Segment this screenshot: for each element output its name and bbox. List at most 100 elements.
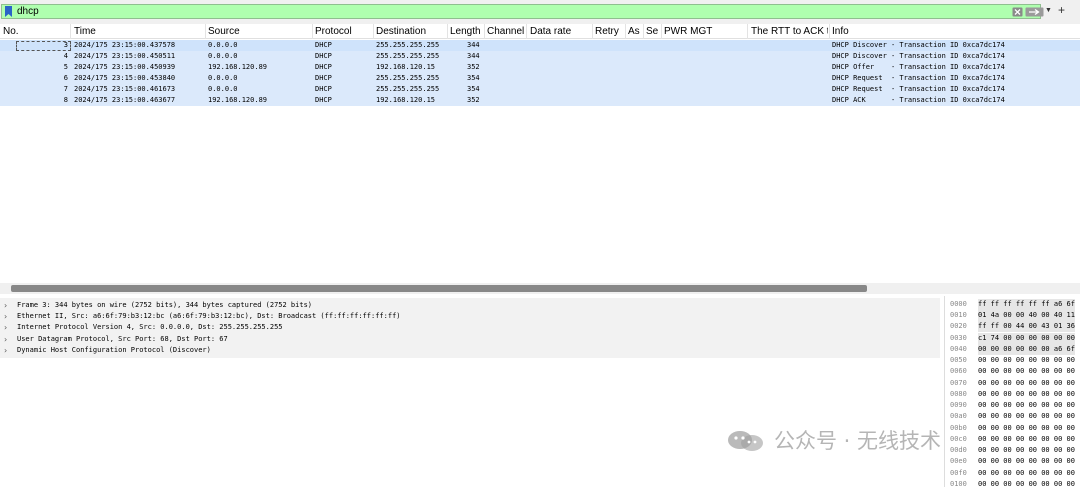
plus-icon[interactable]: +: [1058, 4, 1065, 16]
column-as[interactable]: As: [628, 26, 642, 37]
column-separator[interactable]: [625, 24, 626, 39]
column-separator[interactable]: [70, 24, 71, 39]
packet-no: 4: [63, 52, 68, 60]
column-separator[interactable]: [312, 24, 313, 39]
packet-no: 8: [63, 96, 68, 104]
packet-protocol: DHCP: [315, 96, 332, 104]
packet-time: 2024/175 23:15:00.437578: [74, 41, 176, 49]
hex-bytes: 00 00 00 00 00 00 00 00: [978, 356, 1075, 364]
packet-row[interactable]: 5 2024/175 23:15:00.450939 192.168.120.8…: [0, 62, 1080, 73]
hex-row[interactable]: 0010 01 4a 00 00 40 00 40 11: [945, 310, 1080, 321]
hex-offset: 00e0: [950, 457, 967, 465]
column-source[interactable]: Source: [208, 26, 311, 37]
column-pwr-mgt[interactable]: PWR MGT: [664, 26, 746, 37]
column-separator[interactable]: [205, 24, 206, 39]
column-rtt-to-ack[interactable]: The RTT to ACK th: [751, 26, 828, 37]
packet-info: DHCP Discover - Transaction ID 0xca7dc17…: [832, 41, 1005, 49]
packet-destination: 255.255.255.255: [376, 41, 440, 49]
hex-row[interactable]: 0020 ff ff 00 44 00 43 01 36: [945, 321, 1080, 332]
hex-row[interactable]: 0040 00 00 00 00 00 00 a6 6f: [945, 344, 1080, 355]
hex-bytes: 00 00 00 00 00 00 a6 6f: [978, 344, 1075, 355]
column-time[interactable]: Time: [74, 26, 204, 37]
hex-offset: 00f0: [950, 469, 967, 477]
hex-row[interactable]: 00a0 00 00 00 00 00 00 00 00: [945, 411, 1080, 422]
column-data-rate[interactable]: Data rate: [530, 26, 591, 37]
packet-row[interactable]: 4 2024/175 23:15:00.450511 0.0.0.0 DHCP …: [0, 51, 1080, 62]
column-separator[interactable]: [829, 24, 830, 39]
hex-row[interactable]: 0080 00 00 00 00 00 00 00 00: [945, 389, 1080, 400]
column-separator[interactable]: [484, 24, 485, 39]
chevron-down-icon[interactable]: ▼: [1045, 7, 1052, 14]
hex-row[interactable]: 0100 00 00 00 00 00 00 00 00: [945, 479, 1080, 487]
column-separator[interactable]: [661, 24, 662, 39]
details-tree-item[interactable]: › User Datagram Protocol, Src Port: 68, …: [0, 334, 940, 345]
column-channel[interactable]: Channel: [487, 26, 525, 37]
hex-bytes: 00 00 00 00 00 00 00 00: [978, 469, 1075, 477]
hex-row[interactable]: 00c0 00 00 00 00 00 00 00 00: [945, 434, 1080, 445]
column-destination[interactable]: Destination: [376, 26, 446, 37]
hex-row[interactable]: 00e0 00 00 00 00 00 00 00 00: [945, 456, 1080, 467]
packet-list-horizontal-scrollbar[interactable]: [0, 283, 1080, 294]
watermark-text: 公众号 · 无线技术: [774, 429, 942, 453]
hex-offset: 0080: [950, 390, 967, 398]
packet-destination: 255.255.255.255: [376, 85, 440, 93]
column-se[interactable]: Se: [646, 26, 660, 37]
hex-row[interactable]: 0050 00 00 00 00 00 00 00 00: [945, 355, 1080, 366]
packet-info: DHCP Offer - Transaction ID 0xca7dc174: [832, 63, 1005, 71]
packet-bytes-pane: 0000 ff ff ff ff ff ff a6 6f 0010 01 4a 00…: [944, 296, 1080, 487]
packet-time: 2024/175 23:15:00.453840: [74, 74, 176, 82]
clear-filter-icon[interactable]: [1012, 7, 1023, 17]
hex-bytes: ff ff 00 44 00 43 01 36: [978, 321, 1075, 332]
wechat-logo-icon: [728, 431, 763, 451]
hex-row[interactable]: 00d0 00 00 00 00 00 00 00 00: [945, 445, 1080, 456]
chevron-right-icon[interactable]: ›: [4, 334, 7, 345]
details-tree-item[interactable]: › Ethernet II, Src: a6:6f:79:b3:12:bc (a…: [0, 311, 940, 322]
details-tree-item[interactable]: › Internet Protocol Version 4, Src: 0.0.…: [0, 322, 940, 333]
details-tree-item[interactable]: › Frame 3: 344 bytes on wire (2752 bits)…: [0, 300, 940, 311]
hex-row[interactable]: 00b0 00 00 00 00 00 00 00 00: [945, 423, 1080, 434]
details-tree-label: Dynamic Host Configuration Protocol (Dis…: [17, 346, 211, 354]
column-length[interactable]: Length: [450, 26, 483, 37]
hex-row[interactable]: 0070 00 00 00 00 00 00 00 00: [945, 378, 1080, 389]
hex-bytes: c1 74 00 00 00 00 00 00: [978, 333, 1075, 344]
hex-row[interactable]: 0060 00 00 00 00 00 00 00 00: [945, 366, 1080, 377]
hex-row[interactable]: 00f0 00 00 00 00 00 00 00 00: [945, 468, 1080, 479]
column-separator[interactable]: [592, 24, 593, 39]
display-filter-text[interactable]: dhcp: [17, 6, 39, 18]
hex-offset: 00c0: [950, 435, 967, 443]
packet-length: 344: [467, 52, 480, 60]
chevron-right-icon[interactable]: ›: [4, 322, 7, 333]
column-separator[interactable]: [643, 24, 644, 39]
column-separator[interactable]: [447, 24, 448, 39]
column-retry[interactable]: Retry: [595, 26, 624, 37]
packet-time: 2024/175 23:15:00.463677: [74, 96, 176, 104]
column-separator[interactable]: [747, 24, 748, 39]
display-filter-input[interactable]: dhcp: [1, 4, 1044, 19]
apply-filter-arrow-icon[interactable]: [1025, 7, 1044, 17]
hex-offset: 0030: [950, 334, 967, 342]
details-tree-label: User Datagram Protocol, Src Port: 68, Ds…: [17, 335, 228, 343]
packet-source: 0.0.0.0: [208, 74, 238, 82]
column-protocol[interactable]: Protocol: [315, 26, 372, 37]
packet-row[interactable]: 6 2024/175 23:15:00.453840 0.0.0.0 DHCP …: [0, 73, 1080, 84]
chevron-right-icon[interactable]: ›: [4, 311, 7, 322]
column-separator[interactable]: [373, 24, 374, 39]
packet-row[interactable]: 8 2024/175 23:15:00.463677 192.168.120.8…: [0, 95, 1080, 106]
chevron-right-icon[interactable]: ›: [4, 300, 7, 311]
hex-row[interactable]: 0030 c1 74 00 00 00 00 00 00: [945, 333, 1080, 344]
packet-row[interactable]: 3 2024/175 23:15:00.437578 0.0.0.0 DHCP …: [0, 40, 1080, 51]
column-separator[interactable]: [526, 24, 527, 39]
bookmark-icon[interactable]: [4, 6, 13, 18]
hex-bytes: 00 00 00 00 00 00 00 00: [978, 390, 1075, 398]
column-info[interactable]: Info: [832, 26, 892, 37]
chevron-right-icon[interactable]: ›: [4, 345, 7, 356]
packet-source: 192.168.120.89: [208, 63, 268, 71]
packet-info: DHCP ACK - Transaction ID 0xca7dc174: [832, 96, 1005, 104]
packet-info: DHCP Request - Transaction ID 0xca7dc174: [832, 85, 1005, 93]
hex-row[interactable]: 0090 00 00 00 00 00 00 00 00: [945, 400, 1080, 411]
scrollbar-thumb[interactable]: [11, 285, 867, 292]
column-no[interactable]: No.: [3, 26, 69, 37]
hex-row[interactable]: 0000 ff ff ff ff ff ff a6 6f: [945, 299, 1080, 310]
details-tree-item[interactable]: › Dynamic Host Configuration Protocol (D…: [0, 345, 940, 356]
packet-row[interactable]: 7 2024/175 23:15:00.461673 0.0.0.0 DHCP …: [0, 84, 1080, 95]
